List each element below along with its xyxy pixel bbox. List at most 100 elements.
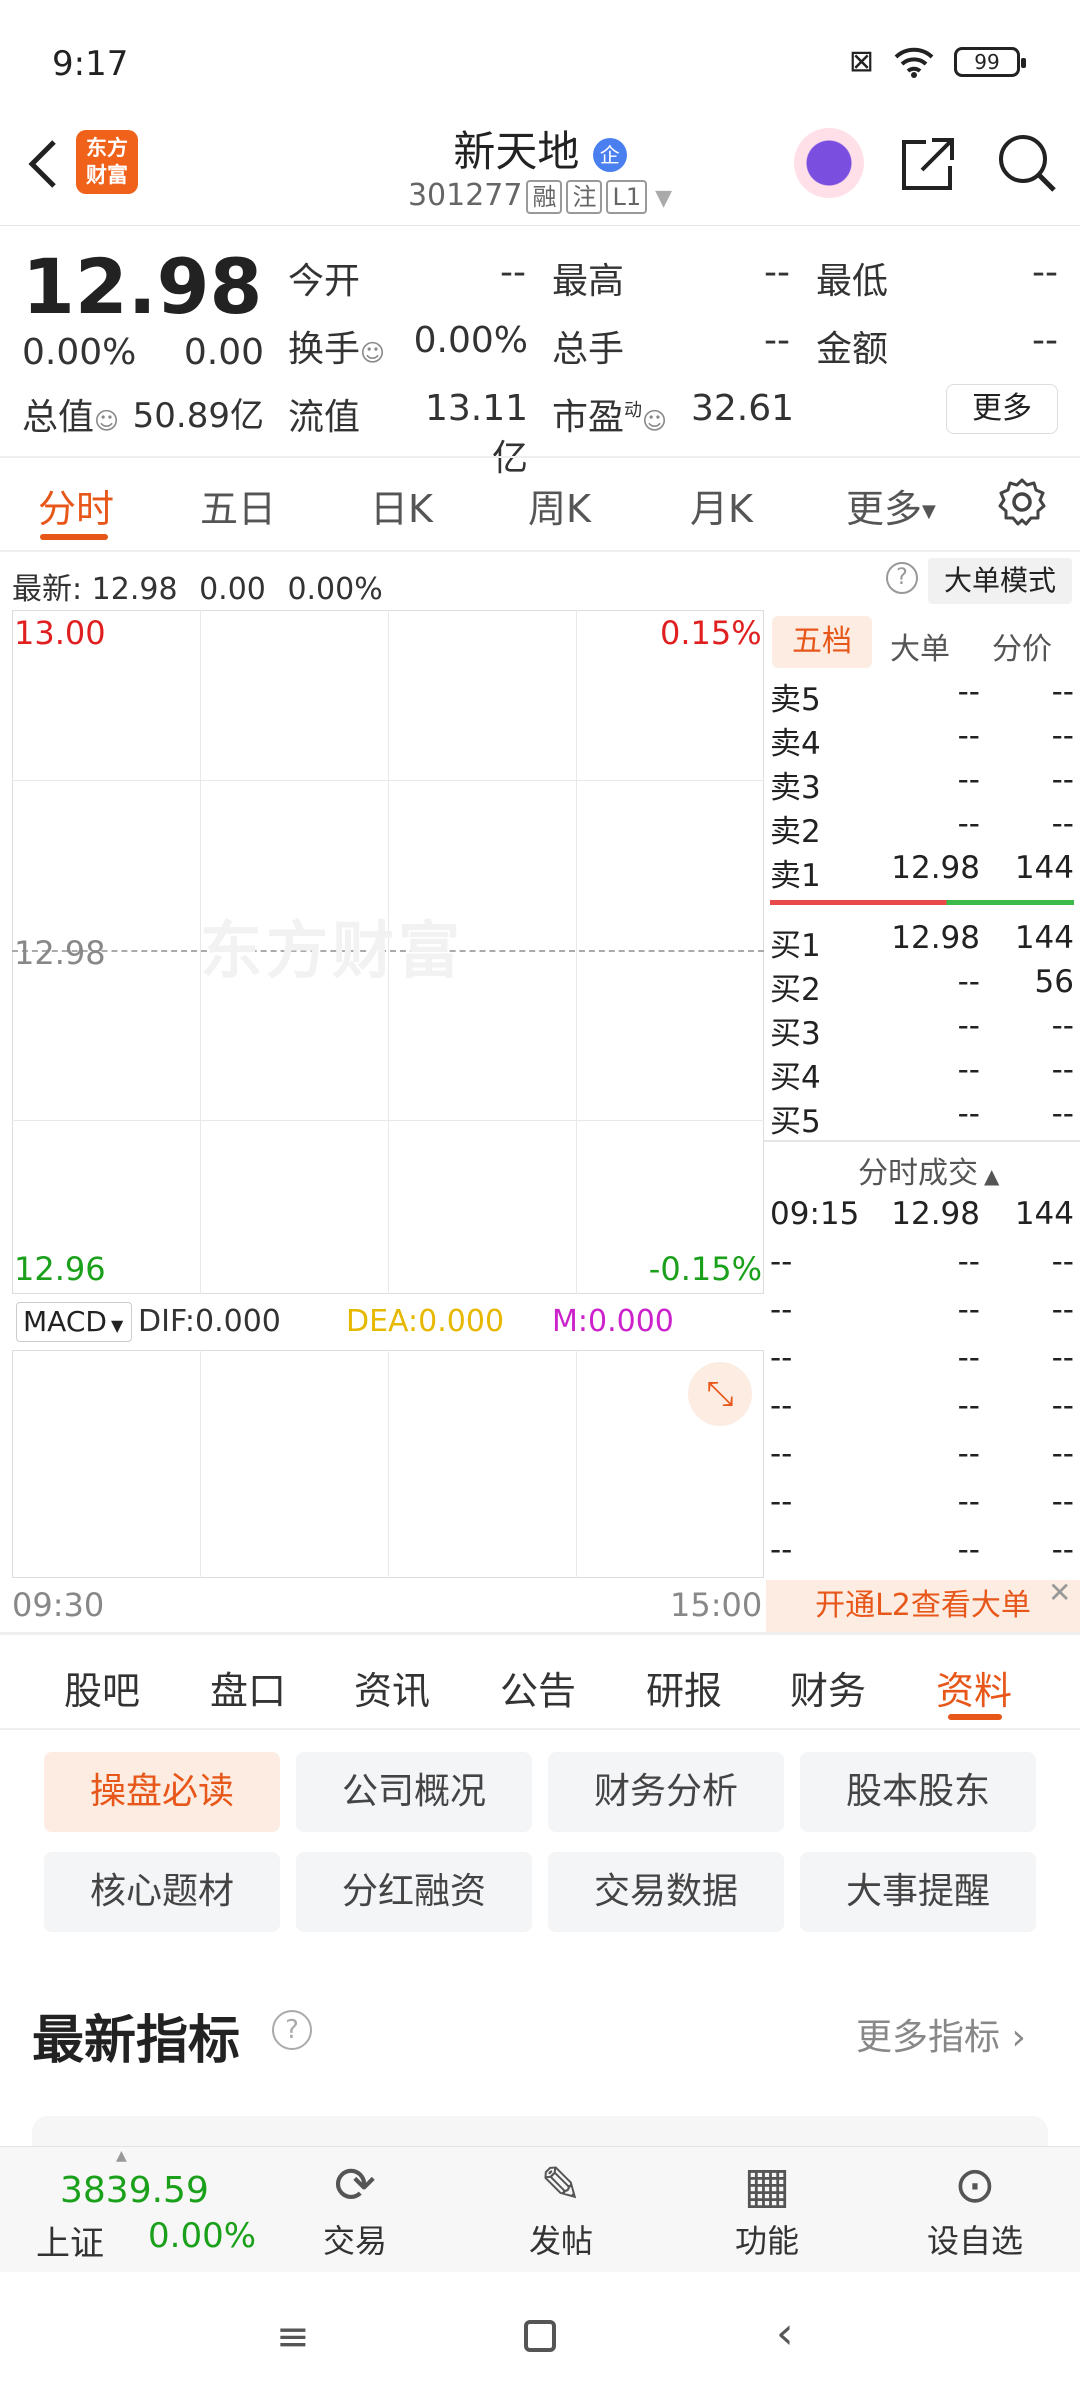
trade-price: -- (957, 1340, 980, 1376)
nav-functions[interactable]: ▦ 功能 (702, 2154, 832, 2262)
trade-time: -- (770, 1436, 793, 1472)
trade-vol: -- (1051, 1436, 1074, 1472)
trade-row: -- -- -- (770, 1436, 1074, 1480)
home-icon[interactable] (524, 2320, 556, 2352)
nav-trade[interactable]: ⟳ 交易 (290, 2154, 420, 2262)
search-icon[interactable] (996, 132, 1058, 194)
mktcap-label[interactable]: 总值☺ (22, 388, 119, 440)
tab-daily-k[interactable]: 日K (370, 478, 433, 533)
buy-label: 买3 (770, 1016, 821, 1052)
header-divider (0, 225, 1080, 226)
help-icon[interactable]: ? (886, 562, 918, 594)
trades-title[interactable]: 分时成交 ▲ (858, 1148, 999, 1192)
latest-label: 最新: (12, 572, 83, 607)
sell-row: 卖3 -- -- (770, 762, 1074, 806)
expand-icon[interactable]: ⤡ (688, 1362, 752, 1426)
macd-selector[interactable]: MACD ▼ (16, 1302, 132, 1342)
back-nav-icon[interactable]: ‹ (776, 2308, 794, 2359)
robot-assistant-icon[interactable] (794, 128, 864, 198)
tab-profile[interactable]: 资料 (936, 1660, 1012, 1715)
tab-more[interactable]: 更多▼ (846, 478, 936, 533)
menu-icon[interactable]: ≡ (276, 2314, 310, 2360)
chip-trading-data[interactable]: 交易数据 (548, 1852, 784, 1932)
info-icon: ☺ (94, 407, 120, 435)
orderbook-tab-big[interactable]: 大单 (890, 624, 950, 668)
sell-label: 卖3 (770, 770, 821, 806)
caret-up-icon: ▲ (116, 2148, 127, 2164)
trade-price: -- (957, 1292, 980, 1328)
buy-row: 买4 -- -- (770, 1052, 1074, 1096)
chevron-down-icon: ▼ (655, 186, 673, 211)
sell-price: -- (957, 674, 980, 710)
caret-down-icon: ▼ (922, 501, 936, 522)
tab-news[interactable]: 资讯 (354, 1660, 430, 1715)
bid-ask-ratio-bar (770, 900, 1074, 905)
caret-down-icon: ▼ (110, 1316, 124, 1335)
l2-upgrade-banner[interactable]: 开通L2查看大单 (766, 1580, 1080, 1632)
trade-row: -- -- -- (770, 1340, 1074, 1384)
trade-vol: -- (1051, 1244, 1074, 1280)
edit-icon: ✎ (540, 2156, 582, 2214)
close-icon[interactable]: ✕ (1048, 1576, 1071, 1609)
tab-more-label: 更多 (846, 487, 923, 531)
index-name: 上证 (36, 2224, 104, 2264)
volume-label: 总手 (552, 329, 625, 370)
trade-vol: -- (1051, 1484, 1074, 1520)
nav-post[interactable]: ✎ 发帖 (496, 2154, 626, 2262)
sell-row: 卖1 12.98 144 (770, 850, 1074, 894)
buy-price: -- (957, 1052, 980, 1088)
tag-registered: 注 (566, 180, 603, 214)
tab-orderbook[interactable]: 盘口 (210, 1660, 286, 1715)
chip-dividends-financing[interactable]: 分红融资 (296, 1852, 532, 1932)
sell-label: 卖5 (770, 682, 821, 718)
tab-monthly-k[interactable]: 月K (690, 478, 753, 533)
float-value: 13.11亿 (424, 388, 528, 479)
high-value: -- (764, 252, 790, 293)
mktcap-value: 50.89亿 (132, 396, 264, 436)
tab-finance[interactable]: 财务 (790, 1660, 866, 1715)
tab-intraday[interactable]: 分时 (38, 478, 114, 533)
sell-vol: -- (1051, 762, 1074, 798)
orderbook-tab-5levels[interactable]: 五档 (772, 616, 872, 668)
battery-indicator: 99 (954, 46, 1026, 77)
tab-forum[interactable]: 股吧 (64, 1660, 140, 1715)
tab-five-day[interactable]: 五日 (200, 478, 276, 533)
chip-company-overview[interactable]: 公司概况 (296, 1752, 532, 1832)
nav-add-watchlist[interactable]: ⊙ 设自选 (910, 2154, 1040, 2262)
tab-announcements[interactable]: 公告 (500, 1660, 576, 1715)
tag-margin: 融 (526, 180, 563, 214)
trade-row: -- -- -- (770, 1532, 1074, 1576)
trade-row: -- -- -- (770, 1388, 1074, 1432)
turnover-label[interactable]: 换手☺ (288, 320, 385, 372)
latest-quote-line: 最新: 12.98 0.00 0.00% (12, 564, 383, 608)
chip-event-reminders[interactable]: 大事提醒 (800, 1852, 1036, 1932)
chip-financial-analysis[interactable]: 财务分析 (548, 1752, 784, 1832)
chip-trading-essentials[interactable]: 操盘必读 (44, 1752, 280, 1832)
tab-research[interactable]: 研报 (646, 1660, 722, 1715)
orderbook-tab-price[interactable]: 分价 (992, 624, 1052, 668)
sell-label: 卖1 (770, 858, 821, 894)
watermark: 东方财富 (200, 914, 465, 987)
buy-price: -- (957, 1008, 980, 1044)
quote-more-button[interactable]: 更多 (946, 384, 1058, 434)
chip-shareholders[interactable]: 股本股东 (800, 1752, 1036, 1832)
nav-post-label: 发帖 (528, 2222, 593, 2260)
buy-price: 12.98 (891, 920, 980, 956)
chart-gridline (576, 610, 577, 1294)
latest-price: 12.98 (91, 572, 178, 607)
tab-weekly-k[interactable]: 周K (528, 478, 591, 533)
sell-row: 卖5 -- -- (770, 674, 1074, 718)
index-ticker[interactable]: ▲ 3839.59 上证 0.00% (36, 2148, 256, 2264)
amount-value: -- (1032, 320, 1058, 361)
chip-core-themes[interactable]: 核心题材 (44, 1852, 280, 1932)
trade-price: -- (957, 1436, 980, 1472)
big-order-mode-button[interactable]: 大单模式 (928, 558, 1072, 604)
y-axis-mid: 12.98 (14, 934, 106, 972)
pe-label[interactable]: 市盈动☺ (552, 388, 667, 440)
help-icon[interactable]: ? (272, 2010, 312, 2050)
y-axis-bottom: 12.96 (14, 1250, 106, 1288)
settings-gear-icon[interactable] (996, 476, 1048, 528)
share-icon[interactable] (898, 134, 958, 194)
more-indicators-link[interactable]: 更多指标 › (856, 2008, 1026, 2060)
low-label: 最低 (816, 261, 889, 302)
